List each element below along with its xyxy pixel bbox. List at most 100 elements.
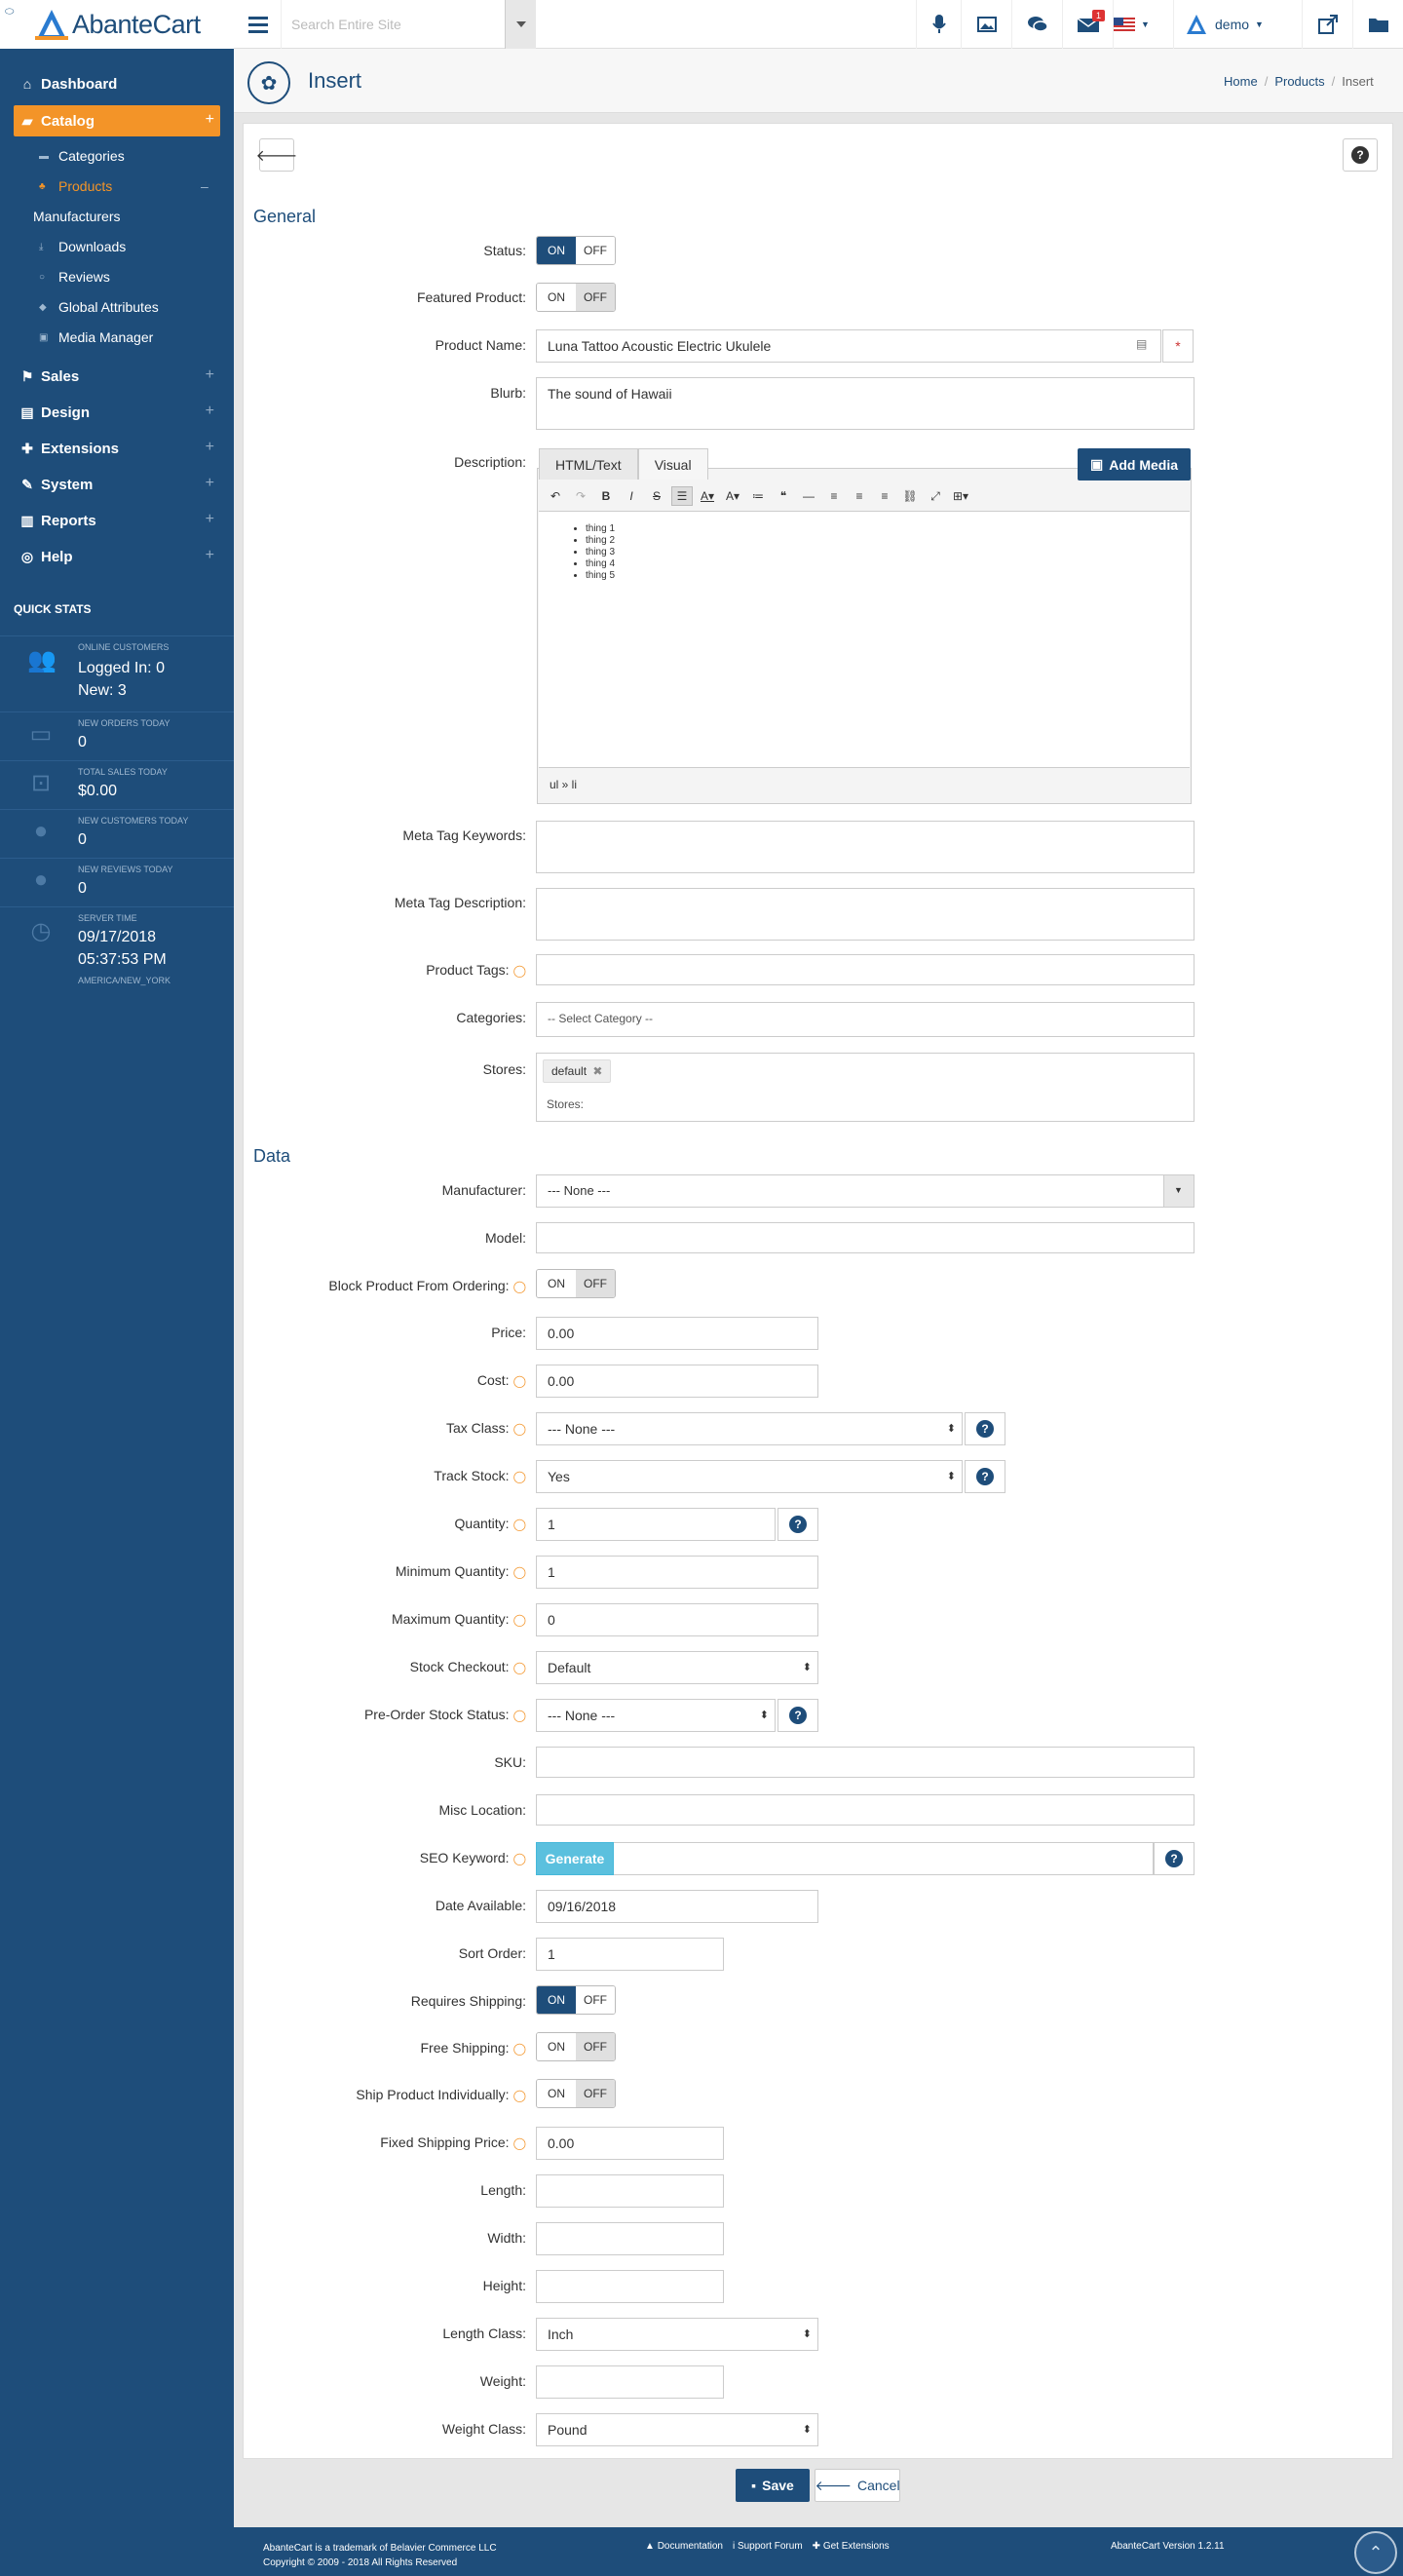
cancel-button[interactable]: 🡐 Cancel — [815, 2469, 900, 2502]
support-forum-link[interactable]: i Support Forum — [733, 2541, 803, 2552]
table-icon[interactable]: ⊞▾ — [950, 486, 971, 506]
block-ordering-toggle[interactable]: ON OFF — [536, 1269, 616, 1298]
add-media-button[interactable]: ▣ Add Media — [1078, 448, 1191, 481]
image-icon[interactable] — [961, 0, 1011, 49]
link-icon[interactable]: ⛓ — [899, 486, 921, 506]
save-button[interactable]: ▪ Save — [736, 2469, 810, 2502]
align-right-icon[interactable]: ≡ — [874, 486, 895, 506]
bullet-list-icon[interactable]: ☰ — [671, 486, 693, 506]
menu-toggle-button[interactable] — [240, 10, 277, 39]
get-extensions-link[interactable]: ✚ Get Extensions — [813, 2541, 890, 2552]
sidebar-item-sales[interactable]: ⚑ Sales + — [14, 361, 220, 392]
minimum-quantity-field[interactable]: 1 — [536, 1556, 818, 1589]
fullscreen-icon[interactable]: ⤢ — [925, 486, 946, 506]
align-center-icon[interactable]: ≡ — [849, 486, 870, 506]
product-tags-field[interactable] — [536, 954, 1194, 985]
numbered-list-icon[interactable]: ≔ — [747, 486, 769, 506]
manufacturer-dropdown-button[interactable]: ▼ — [1163, 1175, 1194, 1207]
categories-select[interactable]: -- Select Category -- — [536, 1002, 1194, 1037]
sidebar-item-products[interactable]: ♣ Products – — [39, 178, 209, 194]
text-color-icon[interactable]: A▾ — [697, 486, 718, 506]
blurb-field[interactable]: The sound of Hawaii — [536, 377, 1194, 430]
sidebar-item-system[interactable]: ✎ System + — [14, 469, 220, 500]
sidebar-item-reviews[interactable]: ○ Reviews — [39, 269, 110, 285]
undo-icon[interactable]: ↶ — [545, 486, 566, 506]
quantity-help-button[interactable]: ? — [777, 1508, 818, 1541]
manufacturer-select[interactable]: --- None --- — [536, 1174, 1194, 1208]
stock-checkout-select[interactable]: Default — [536, 1651, 818, 1684]
strikethrough-icon[interactable]: S — [646, 486, 667, 506]
sidebar-item-design[interactable]: ▤ Design + — [14, 397, 220, 428]
length-field[interactable] — [536, 2174, 724, 2208]
comments-icon[interactable] — [1011, 0, 1062, 49]
sidebar-item-dashboard[interactable]: ⌂ Dashboard — [14, 68, 220, 99]
editor-content[interactable]: thing 1 thing 2 thing 3 thing 4 thing 5 — [539, 511, 1190, 768]
weight-class-select[interactable]: Pound — [536, 2413, 818, 2446]
remove-icon[interactable]: ✖ — [592, 1064, 602, 1078]
track-stock-select[interactable]: Yes — [536, 1460, 963, 1493]
sidebar-item-reports[interactable]: ▥ Reports + — [14, 505, 220, 536]
sort-order-field[interactable]: 1 — [536, 1938, 724, 1971]
user-menu[interactable]: demo ▼ — [1173, 0, 1288, 49]
documentation-link[interactable]: ▲ Documentation — [645, 2541, 723, 2552]
italic-icon[interactable]: I — [621, 486, 642, 506]
maximum-quantity-field[interactable]: 0 — [536, 1603, 818, 1636]
track-stock-help-button[interactable]: ? — [965, 1460, 1005, 1493]
help-button[interactable]: ? — [1343, 138, 1378, 172]
featured-toggle[interactable]: ON OFF — [536, 283, 616, 312]
cost-field[interactable]: 0.00 — [536, 1365, 818, 1398]
sidebar-item-help[interactable]: ◎ Help + — [14, 541, 220, 572]
horizontal-rule-icon[interactable]: — — [798, 486, 819, 506]
sidebar-item-media-manager[interactable]: ▣ Media Manager — [39, 329, 153, 345]
sidebar-item-global-attributes[interactable]: ◆ Global Attributes — [39, 299, 159, 315]
generate-button[interactable]: Generate — [536, 1842, 614, 1875]
date-available-field[interactable]: 09/16/2018 — [536, 1890, 818, 1923]
folder-icon[interactable] — [1352, 0, 1403, 49]
quantity-field[interactable]: 1 — [536, 1508, 776, 1541]
breadcrumb-home[interactable]: Home — [1224, 74, 1258, 89]
weight-field[interactable] — [536, 2365, 724, 2399]
logo[interactable]: ⬭ AbanteCart — [0, 0, 234, 49]
meta-description-field[interactable] — [536, 888, 1194, 941]
redo-icon[interactable]: ↷ — [570, 486, 591, 506]
tab-html-text[interactable]: HTML/Text — [539, 448, 638, 480]
preorder-status-select[interactable]: --- None --- — [536, 1699, 776, 1732]
microphone-icon[interactable] — [916, 0, 961, 49]
seo-keyword-help-button[interactable]: ? — [1154, 1842, 1194, 1875]
search-dropdown-button[interactable] — [505, 0, 536, 49]
back-button[interactable]: 🡐 — [256, 138, 297, 172]
tax-class-select[interactable]: --- None --- — [536, 1412, 963, 1445]
blockquote-icon[interactable]: ❝ — [773, 486, 794, 506]
sidebar-item-categories[interactable]: ▬ Categories — [39, 148, 125, 164]
breadcrumb-products[interactable]: Products — [1274, 74, 1324, 89]
price-field[interactable]: 0.00 — [536, 1317, 818, 1350]
seo-keyword-field[interactable] — [536, 1842, 1154, 1875]
tab-visual[interactable]: Visual — [637, 448, 708, 480]
fixed-shipping-price-field[interactable]: 0.00 — [536, 2127, 724, 2160]
sidebar-item-extensions[interactable]: ✚ Extensions + — [14, 433, 220, 464]
mail-icon[interactable]: 1 — [1062, 0, 1113, 49]
requires-shipping-toggle[interactable]: ON OFF — [536, 1985, 616, 2015]
preorder-status-help-button[interactable]: ? — [777, 1699, 818, 1732]
status-toggle[interactable]: ON OFF — [536, 236, 616, 265]
scroll-to-top-button[interactable]: ⌃ — [1354, 2531, 1397, 2574]
language-selector[interactable]: ▼ — [1113, 0, 1150, 49]
product-name-field[interactable]: Luna Tattoo Acoustic Electric Ukulele — [536, 329, 1161, 363]
misc-location-field[interactable] — [536, 1794, 1194, 1826]
sidebar-item-manufacturers[interactable]: Manufacturers — [33, 209, 120, 224]
sidebar-item-catalog[interactable]: ▰ Catalog + — [14, 105, 220, 136]
bold-icon[interactable]: B — [595, 486, 617, 506]
sidebar-item-downloads[interactable]: ⤓ Downloads — [39, 239, 126, 254]
stores-multiselect[interactable]: default ✖ Stores: — [536, 1053, 1194, 1122]
tax-class-help-button[interactable]: ? — [965, 1412, 1005, 1445]
model-field[interactable] — [536, 1222, 1194, 1253]
search-input[interactable]: Search Entire Site — [281, 0, 534, 49]
sidebar-toggle-icon[interactable]: ⬭ — [5, 6, 14, 19]
height-field[interactable] — [536, 2270, 724, 2303]
align-left-icon[interactable]: ≡ — [823, 486, 845, 506]
background-color-icon[interactable]: A▾ — [722, 486, 743, 506]
meta-keywords-field[interactable] — [536, 821, 1194, 873]
external-link-icon[interactable] — [1302, 0, 1352, 49]
length-class-select[interactable]: Inch — [536, 2318, 818, 2351]
store-chip-default[interactable]: default ✖ — [543, 1059, 612, 1083]
